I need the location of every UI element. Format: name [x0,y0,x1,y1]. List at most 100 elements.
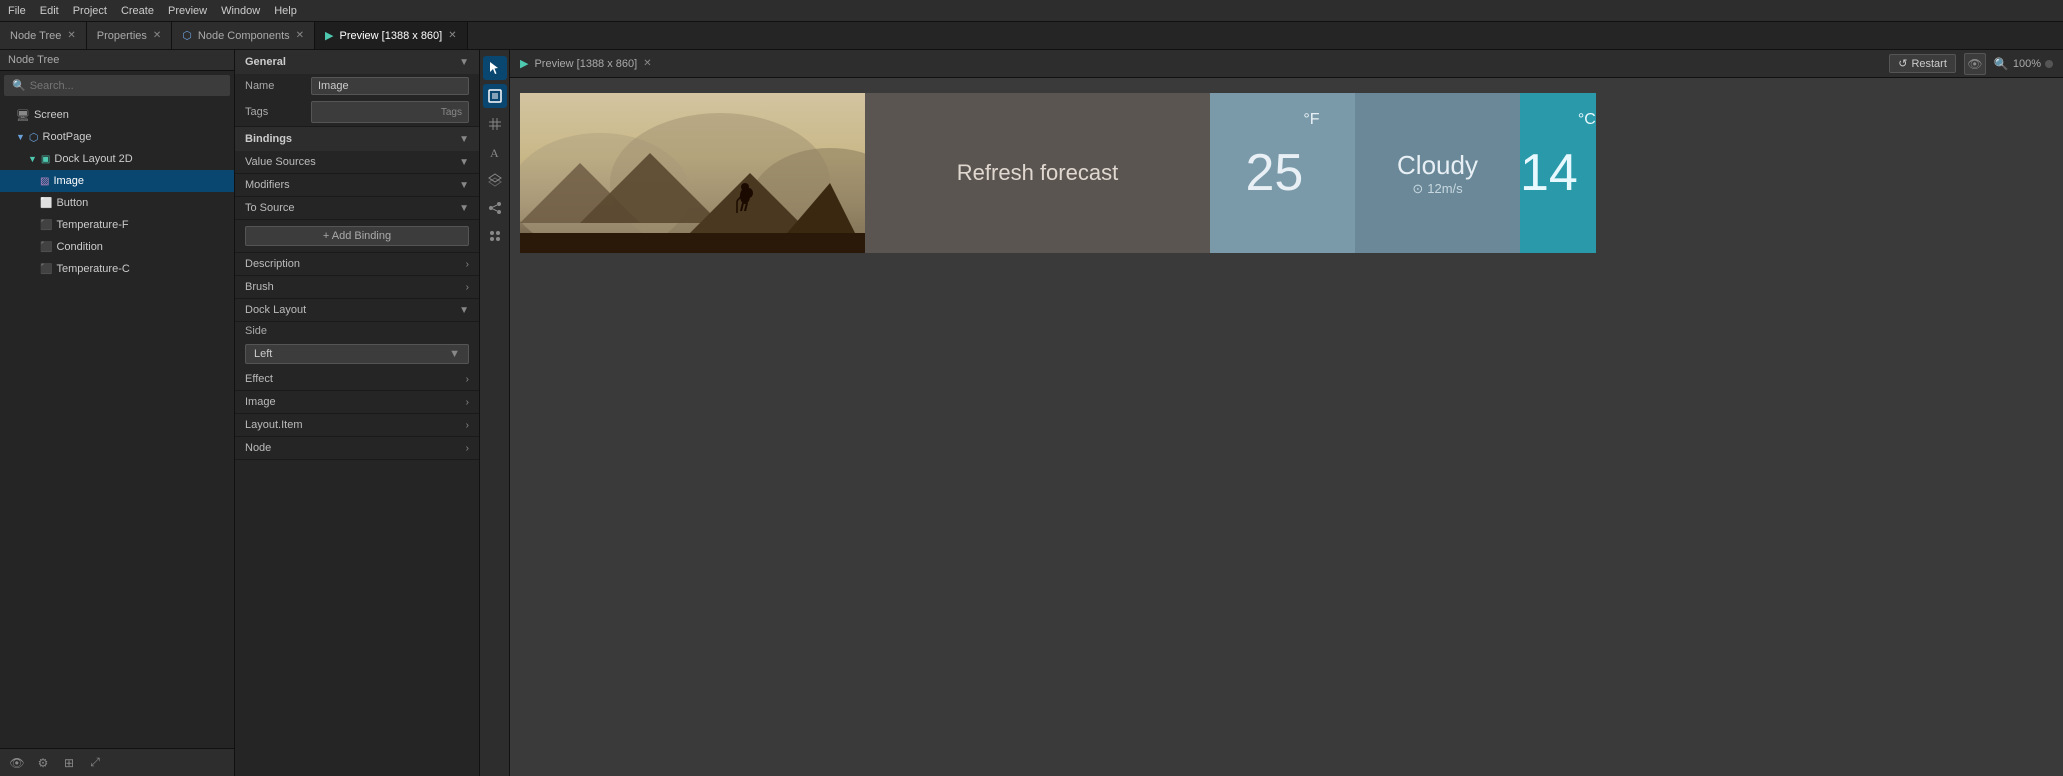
grid-icon[interactable]: ⊞ [60,754,78,772]
image-prop-label: Image [245,396,276,408]
brush-row[interactable]: Brush › [235,276,479,299]
expand-icon[interactable]: ⤢ [86,754,104,772]
tree-item-rootpage-label: RootPage [43,131,92,143]
menu-help[interactable]: Help [274,5,297,17]
search-icon: 🔍 [12,79,26,92]
zoom-display: 🔍 100% [1994,57,2053,71]
menu-file[interactable]: File [8,5,26,17]
menu-window[interactable]: Window [221,5,260,17]
preview-eye-button[interactable]: 👁 [1964,53,1986,75]
share-tool[interactable] [483,196,507,220]
tree-item-image[interactable]: ▨ Image [0,170,234,192]
tree-item-temperature-f[interactable]: ⬛ Temperature-F [0,214,234,236]
tree-item-button[interactable]: ⬜ Button [0,192,234,214]
tree-item-temperature-c[interactable]: ⬛ Temperature-C [0,258,234,280]
temp-f-icon: ⬛ [40,220,52,231]
tab-properties-close[interactable]: ✕ [153,30,161,41]
brush-label: Brush [245,281,274,293]
dock-layout-label: Dock Layout [245,304,306,316]
layout-item-row[interactable]: Layout.Item › [235,414,479,437]
cursor-tool[interactable] [483,56,507,80]
preview-close-icon[interactable]: ✕ [643,58,651,69]
grid-tool[interactable] [483,112,507,136]
description-row[interactable]: Description › [235,253,479,276]
weather-landscape [520,93,865,253]
add-binding-label: + Add Binding [323,230,391,242]
restart-button[interactable]: ↺ Restart [1889,54,1956,73]
tree-item-tempf-label: Temperature-F [56,219,128,231]
menu-edit[interactable]: Edit [40,5,59,17]
weather-condition: Cloudy ⊙ 12m/s [1355,93,1520,253]
side-dropdown[interactable]: Left ▼ [245,344,469,364]
weather-refresh-button[interactable]: Refresh forecast [865,93,1210,253]
tree-item-screen[interactable]: 🖥 Screen [0,104,234,126]
search-input[interactable] [30,80,222,92]
condition-label: Cloudy [1397,150,1478,181]
tree-item-dock-label: Dock Layout 2D [54,153,132,165]
layers-tool[interactable] [483,168,507,192]
tree-item-dock-layout[interactable]: ▼ ▣ Dock Layout 2D [0,148,234,170]
bindings-header[interactable]: Bindings ▼ [235,127,479,151]
tab-node-components-icon: ⬡ [182,29,192,42]
svg-text:A: A [490,146,499,159]
general-header[interactable]: General ▼ [235,50,479,74]
tree-content: 🖥 Screen ▼ ⬡ RootPage ▼ ▣ Dock Layout 2D… [0,100,234,748]
tab-properties-label: Properties [97,30,147,42]
tags-input[interactable]: Tags [311,101,469,123]
wind-icon: ⊙ [1412,181,1423,197]
tree-item-image-label: Image [53,175,84,187]
visibility-icon[interactable]: 👁 [8,754,26,772]
node-row[interactable]: Node › [235,437,479,460]
tab-preview-label: Preview [1388 x 860] [340,30,443,42]
tree-item-screen-label: Screen [34,109,69,121]
value-sources-label: Value Sources [245,156,316,168]
name-input[interactable] [311,77,469,95]
name-label: Name [245,80,305,92]
monitor-icon: 🖥 [16,109,30,122]
tags-button[interactable]: Tags [441,107,462,118]
add-binding-button[interactable]: + Add Binding [245,226,469,246]
to-source-row[interactable]: To Source ▼ [235,197,479,220]
tab-node-components[interactable]: ⬡ Node Components ✕ [172,22,315,49]
tree-item-condition[interactable]: ⬛ Condition [0,236,234,258]
tab-preview[interactable]: ▶ Preview [1388 x 860] ✕ [315,22,468,49]
group-tool[interactable] [483,224,507,248]
condition-icon: ⬛ [40,242,52,253]
temp-c-icon: ⬛ [40,264,52,275]
general-title: General [245,56,286,68]
tab-preview-close[interactable]: ✕ [448,30,456,41]
tab-node-tree-label: Node Tree [10,30,61,42]
modifiers-row[interactable]: Modifiers ▼ [235,174,479,197]
dock-layout-row[interactable]: Dock Layout ▼ [235,299,479,322]
menu-create[interactable]: Create [121,5,154,17]
node-arrow: › [466,443,469,454]
tab-node-tree-close[interactable]: ✕ [67,30,75,41]
select-tool[interactable] [483,84,507,108]
tags-label: Tags [245,106,305,118]
effect-row[interactable]: Effect › [235,368,479,391]
menu-project[interactable]: Project [73,5,107,17]
text-tool[interactable]: A [483,140,507,164]
weather-app-preview: Refresh forecast 25 °F Cloudy ⊙ 12m/s [520,93,1470,253]
tree-item-button-label: Button [56,197,88,209]
tree-item-rootpage[interactable]: ▼ ⬡ RootPage [0,126,234,148]
image-row[interactable]: Image › [235,391,479,414]
description-label: Description [245,258,300,270]
temp-f-value: 25 [1245,143,1303,203]
menu-preview[interactable]: Preview [168,5,207,17]
node-label: Node [245,442,271,454]
condition-sub-row: ⊙ 12m/s [1412,181,1462,197]
tab-node-tree[interactable]: Node Tree ✕ [0,22,87,49]
tab-properties[interactable]: Properties ✕ [87,22,173,49]
eye-icon: 👁 [1967,57,1982,71]
tab-node-components-label: Node Components [198,30,290,42]
tree-item-condition-label: Condition [56,241,102,253]
value-sources-row[interactable]: Value Sources ▼ [235,151,479,174]
bindings-title: Bindings [245,133,292,145]
dock-icon: ▣ [41,154,50,165]
preview-icon: ▶ [325,29,333,42]
tab-node-components-close[interactable]: ✕ [296,30,304,41]
chevron-down-icon-dock: ▼ [28,154,37,164]
side-label: Side [245,325,305,337]
filter-icon[interactable]: ⚙ [34,754,52,772]
